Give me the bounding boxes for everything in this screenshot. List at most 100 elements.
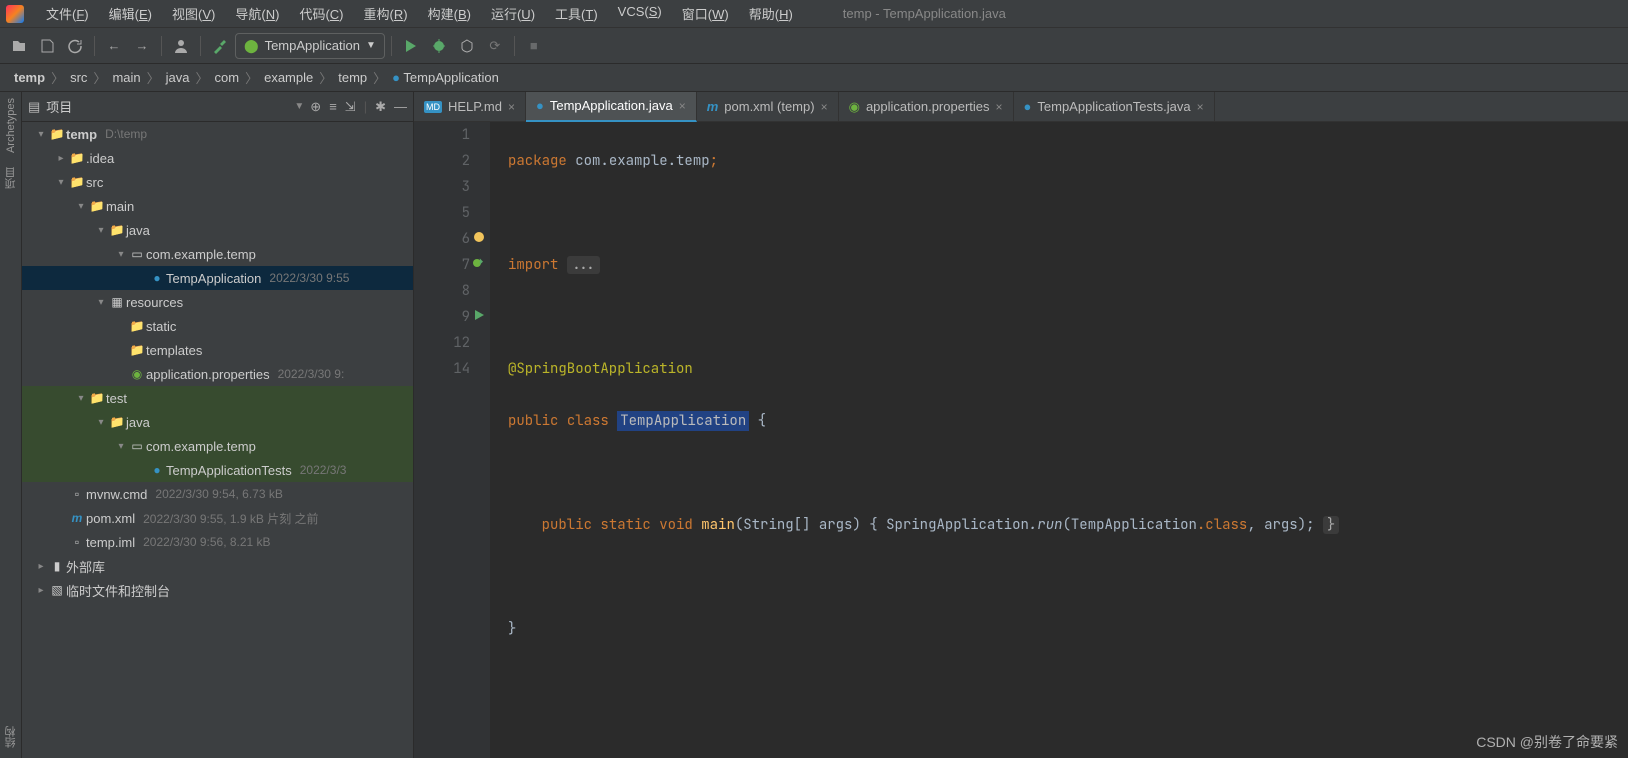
class-icon: ● [536,98,544,113]
gutter: 123567891214 [414,122,490,758]
run-gutter-icon[interactable] [472,256,486,270]
menu-item[interactable]: 编辑(E) [99,4,162,23]
tree-row[interactable]: ▾▦resources [22,290,413,314]
folder-icon: 📁 [68,151,86,165]
menu-item[interactable]: 视图(V) [162,4,225,23]
tree-row[interactable]: 📁static [22,314,413,338]
breadcrumb-item[interactable]: temp [10,70,49,85]
code-content[interactable]: package com.example.temp; import ... @Sp… [490,122,1628,758]
editor-tab[interactable]: ◉application.properties× [839,92,1014,122]
breadcrumb-item[interactable]: example [260,70,317,85]
maven-icon: m [707,99,719,114]
structure-tab[interactable]: 结构 [3,726,19,748]
tree-row[interactable]: ▸▮外部库 [22,554,413,578]
menu-item[interactable]: 窗口(W) [672,4,739,23]
breadcrumb-item[interactable]: main [108,70,144,85]
chevron-down-icon[interactable]: ▼ [294,101,304,112]
tree-row[interactable]: ●TempApplicationTests2022/3/3 [22,458,413,482]
breadcrumb-item[interactable]: ● TempApplication [388,70,503,85]
menu-item[interactable]: 运行(U) [481,4,545,23]
editor-tab[interactable]: ●TempApplication.java× [526,92,697,122]
menu-item[interactable]: 导航(N) [225,4,289,23]
project-panel-header: ▤ 项目 ▼ ⊕ ≡ ⇲ | ✱ — [22,92,413,122]
close-icon[interactable]: × [679,99,686,113]
menu-item[interactable]: VCS(S) [608,4,672,23]
tree-row[interactable]: ◉application.properties2022/3/30 9: [22,362,413,386]
breadcrumb-item[interactable]: temp [334,70,371,85]
tree-row[interactable]: ●TempApplication2022/3/30 9:55 [22,266,413,290]
app-logo-icon [6,5,24,23]
file-icon: ▫ [68,535,86,549]
close-icon[interactable]: × [821,100,828,114]
tree-row[interactable]: ▫mvnw.cmd2022/3/30 9:54, 6.73 kB [22,482,413,506]
hammer-icon[interactable] [207,33,233,59]
hide-icon[interactable]: — [394,99,407,115]
project-tab[interactable]: 项目 [3,167,19,189]
tree-row[interactable]: ▸▧临时文件和控制台 [22,578,413,602]
forward-icon[interactable]: → [129,33,155,59]
root-icon: 📁 [48,127,66,141]
stop-icon: ■ [521,33,547,59]
editor-area: MDHELP.md×●TempApplication.java×mpom.xml… [414,92,1628,758]
debug-icon[interactable] [426,33,452,59]
project-tree[interactable]: ▾📁tempD:\temp▸📁.idea▾📁src▾📁main▾📁java▾▭c… [22,122,413,758]
file-icon: ▫ [68,487,86,501]
tree-row[interactable]: ▾📁main [22,194,413,218]
menu-item[interactable]: 构建(B) [418,4,481,23]
collapse-icon[interactable]: ⇲ [345,99,356,115]
left-tool-strip: Archetypes 项目 结构 [0,92,22,758]
tree-row[interactable]: ▾📁java [22,410,413,434]
tree-row[interactable]: mpom.xml2022/3/30 9:55, 1.9 kB 片刻 之前 [22,506,413,530]
save-icon[interactable] [34,33,60,59]
menu-item[interactable]: 工具(T) [545,4,608,23]
maven-icon: m [68,511,86,525]
watermark: CSDN @别卷了命要紧 [1476,732,1618,752]
refresh-icon[interactable] [62,33,88,59]
close-icon[interactable]: × [1197,100,1204,114]
coverage-icon[interactable] [454,33,480,59]
editor-tab[interactable]: mpom.xml (temp)× [697,92,839,122]
package-icon: ▭ [128,439,146,453]
menubar: 文件(F)编辑(E)视图(V)导航(N)代码(C)重构(R)构建(B)运行(U)… [0,0,1628,28]
tree-row[interactable]: ▾📁java [22,218,413,242]
editor-tabs: MDHELP.md×●TempApplication.java×mpom.xml… [414,92,1628,122]
breadcrumb-item[interactable]: src [66,70,91,85]
project-icon: ▤ [28,99,40,115]
code-editor[interactable]: 123567891214 package com.example.temp; i… [414,122,1628,758]
person-icon[interactable] [168,33,194,59]
editor-tab[interactable]: MDHELP.md× [414,92,526,122]
menu-item[interactable]: 文件(F) [36,4,99,23]
menu-item[interactable]: 代码(C) [289,4,353,23]
run-icon[interactable] [398,33,424,59]
tree-row[interactable]: ▫temp.iml2022/3/30 9:56, 8.21 kB [22,530,413,554]
archetypes-tab[interactable]: Archetypes [5,98,17,153]
class-icon: ● [148,271,166,285]
tree-row[interactable]: ▾📁test [22,386,413,410]
breadcrumb-item[interactable]: com [211,70,244,85]
folder-icon: 📁 [128,319,146,333]
folder-green-icon: 📁 [108,415,126,429]
tree-row[interactable]: ▾▭com.example.temp [22,434,413,458]
lib-icon: ▮ [48,559,66,573]
settings-icon[interactable]: ✱ [375,99,386,115]
open-icon[interactable] [6,33,32,59]
profile-icon[interactable]: ⟳ [482,33,508,59]
tree-row[interactable]: ▾📁src [22,170,413,194]
locate-icon[interactable]: ⊕ [310,99,321,115]
tree-row[interactable]: 📁templates [22,338,413,362]
close-icon[interactable]: × [996,100,1003,114]
project-panel: ▤ 项目 ▼ ⊕ ≡ ⇲ | ✱ — ▾📁tempD:\temp▸📁.idea▾… [22,92,414,758]
run-gutter-icon[interactable] [472,308,486,322]
tree-row[interactable]: ▾▭com.example.temp [22,242,413,266]
bulb-icon[interactable] [472,230,486,244]
expand-icon[interactable]: ≡ [329,99,337,115]
close-icon[interactable]: × [508,100,515,114]
run-configuration[interactable]: ⬤ TempApplication ▼ [235,33,385,59]
menu-item[interactable]: 帮助(H) [739,4,803,23]
tree-row[interactable]: ▾📁tempD:\temp [22,122,413,146]
menu-item[interactable]: 重构(R) [354,4,418,23]
tree-row[interactable]: ▸📁.idea [22,146,413,170]
breadcrumb-item[interactable]: java [162,70,194,85]
editor-tab[interactable]: ●TempApplicationTests.java× [1014,92,1215,122]
back-icon[interactable]: ← [101,33,127,59]
